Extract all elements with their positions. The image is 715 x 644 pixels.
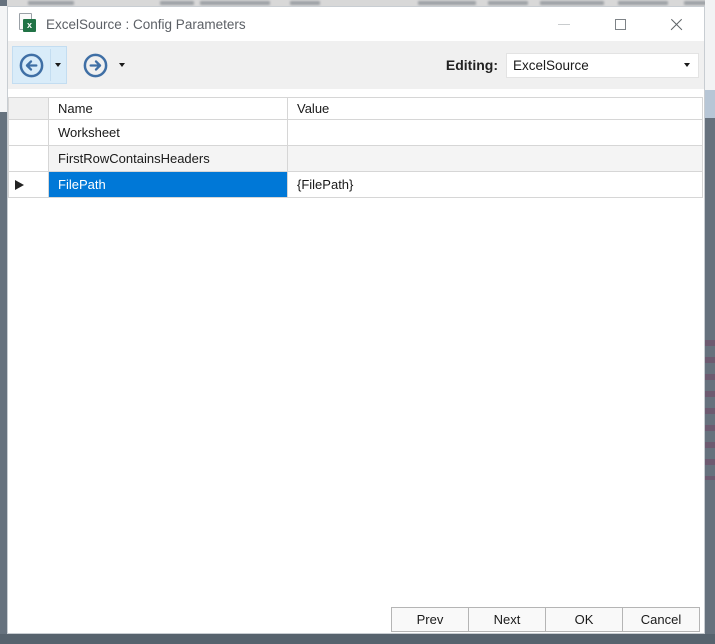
grid-row-worksheet[interactable]: Worksheet	[8, 120, 703, 146]
row-selector-current[interactable]	[8, 172, 49, 198]
grid-corner-cell	[8, 98, 49, 120]
footer-buttons: Prev Next OK Cancel	[391, 607, 700, 632]
background-window-right-edge	[705, 0, 715, 644]
minimize-icon	[558, 23, 570, 25]
column-header-value: Value	[288, 98, 703, 120]
editing-label: Editing:	[445, 57, 498, 73]
window-controls	[536, 7, 704, 41]
current-row-arrow-icon	[15, 179, 24, 190]
back-dropdown-arrow-icon[interactable]	[55, 63, 61, 67]
next-button[interactable]: Next	[468, 607, 546, 632]
row-selector[interactable]	[8, 146, 49, 172]
cancel-button[interactable]: Cancel	[622, 607, 700, 632]
excel-icon: x	[16, 13, 38, 35]
screen: x ExcelSource : Config Parameters Editin…	[0, 0, 715, 644]
minimize-button[interactable]	[536, 7, 592, 41]
toolbar: Editing: ExcelSource	[8, 41, 704, 89]
editing-section: Editing: ExcelSource	[445, 52, 699, 78]
row-selector[interactable]	[8, 120, 49, 146]
grid-header-row: Name Value	[8, 98, 703, 120]
cell-name-selected[interactable]: FilePath	[49, 172, 288, 198]
forward-button[interactable]	[76, 46, 131, 84]
back-circle-arrow-icon	[19, 53, 44, 77]
prev-button[interactable]: Prev	[391, 607, 469, 632]
cell-name[interactable]: FirstRowContainsHeaders	[49, 146, 288, 172]
cell-value[interactable]: {FilePath}	[288, 172, 703, 198]
maximize-icon	[614, 18, 626, 30]
editing-combobox[interactable]: ExcelSource	[506, 52, 699, 78]
ok-button[interactable]: OK	[545, 607, 623, 632]
forward-circle-arrow-icon	[83, 53, 108, 77]
grid-row-filepath[interactable]: FilePath {FilePath}	[8, 172, 703, 198]
maximize-button[interactable]	[592, 7, 648, 41]
background-window-left-edge	[0, 0, 7, 644]
background-window-bottom-edge	[0, 634, 715, 644]
grid-row-firstrowcontainsheaders[interactable]: FirstRowContainsHeaders	[8, 146, 703, 172]
cell-value[interactable]	[288, 146, 703, 172]
forward-dropdown-arrow-icon[interactable]	[119, 63, 125, 67]
title-bar[interactable]: x ExcelSource : Config Parameters	[8, 7, 704, 41]
back-button[interactable]	[12, 46, 67, 84]
cell-value[interactable]	[288, 120, 703, 146]
split-separator	[50, 49, 51, 81]
column-header-name: Name	[49, 98, 288, 120]
close-icon	[670, 18, 683, 31]
close-button[interactable]	[648, 7, 704, 41]
editing-value: ExcelSource	[513, 57, 589, 73]
config-parameters-dialog: x ExcelSource : Config Parameters Editin…	[7, 6, 705, 634]
combo-dropdown-arrow-icon	[684, 63, 690, 67]
cell-name[interactable]: Worksheet	[49, 120, 288, 146]
window-title: ExcelSource : Config Parameters	[46, 16, 246, 32]
parameters-grid: Name Value Worksheet FirstRowContainsHea…	[8, 97, 703, 198]
